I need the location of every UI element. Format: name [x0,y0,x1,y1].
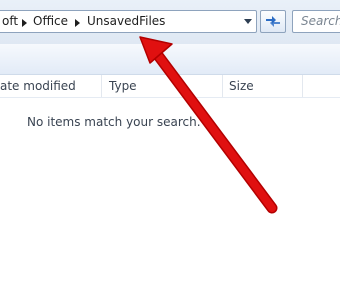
red-arrow-annotation [139,36,278,214]
